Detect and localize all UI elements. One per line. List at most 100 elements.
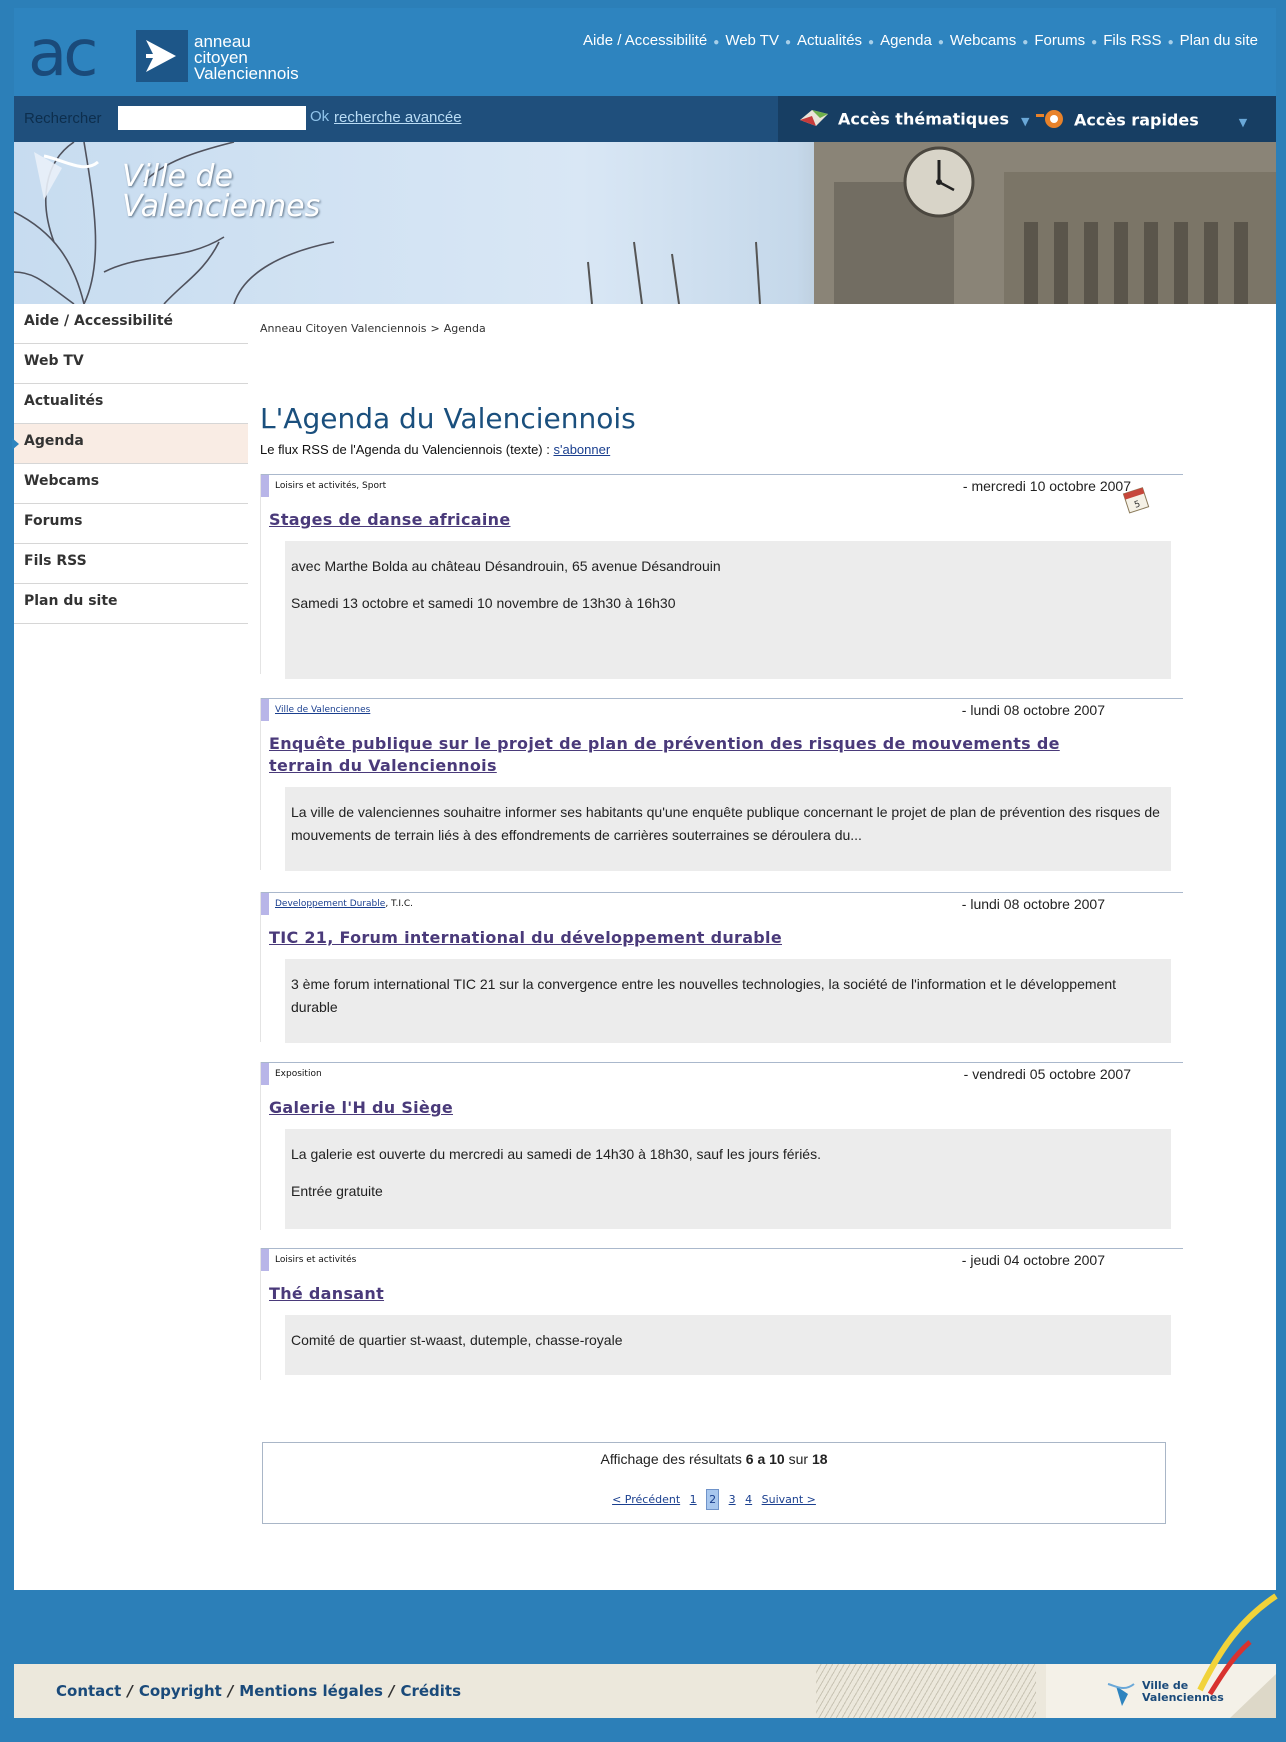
search-input[interactable] — [118, 106, 306, 130]
event-description-line: Entrée gratuite — [291, 1183, 383, 1199]
event-description-line: avec Marthe Bolda au château Désandrouin… — [291, 558, 721, 574]
sidebar-item-label: Plan du site — [24, 593, 118, 609]
header-banner: Ville de Valenciennes — [14, 142, 1276, 304]
toplink-agenda[interactable]: Agenda — [880, 32, 932, 49]
page-frame: ac anneau citoyen Valenciennois Aide / A… — [12, 8, 1276, 1590]
toplink-rss[interactable]: Fils RSS — [1103, 32, 1161, 49]
event-description-line: Comité de quartier st-waast, dutemple, c… — [291, 1332, 623, 1348]
event-category-link[interactable]: Ville de Valenciennes — [275, 705, 370, 715]
event-title-link[interactable]: Stages de danse africaine — [269, 509, 1183, 531]
sidebar-item-label: Actualités — [24, 393, 104, 409]
event-category-link[interactable]: Developpement Durable — [275, 899, 385, 909]
sidebar-item-actualites[interactable]: Actualités — [14, 384, 248, 424]
themes-menu-label: Accès thématiques — [838, 109, 1010, 129]
results-total: 18 — [811, 1451, 828, 1467]
rss-subscribe-line: Le flux RSS de l'Agenda du Valenciennois… — [260, 442, 610, 457]
rss-subscribe-link[interactable]: s'abonner — [553, 442, 610, 457]
footer-separator: / — [127, 1682, 133, 1700]
previous-page-link[interactable]: < Précédent — [612, 1493, 680, 1506]
next-page-link[interactable]: Suivant > — [762, 1493, 816, 1506]
toplink-webcams[interactable]: Webcams — [950, 32, 1016, 49]
sidebar-item-label: Web TV — [24, 353, 84, 369]
event-description-line: La galerie est ouverte du mercredi au sa… — [291, 1146, 821, 1162]
footer-link-mentions[interactable]: Mentions légales — [239, 1682, 383, 1700]
page-link-1[interactable]: 1 — [690, 1493, 697, 1506]
banner-city-line-2: Valenciennes — [122, 189, 321, 224]
active-marker-icon — [12, 438, 19, 450]
event-category-text: Loisirs et activités, Sport — [275, 481, 387, 491]
event-header: Ville de Valenciennes - lundi 08 octobre… — [261, 698, 1183, 721]
sidebar-item-label: Webcams — [24, 473, 100, 489]
event-description: Comité de quartier st-waast, dutemple, c… — [285, 1315, 1171, 1375]
advanced-search-link[interactable]: recherche avancée — [334, 109, 462, 126]
breadcrumb-current: Agenda — [443, 322, 486, 335]
event-title-link[interactable]: Galerie l'H du Siège — [269, 1097, 1183, 1119]
top-header: ac anneau citoyen Valenciennois Aide / A… — [14, 8, 1276, 96]
footer-link-contact[interactable]: Contact — [56, 1682, 121, 1700]
event-title-link[interactable]: TIC 21, Forum international du développe… — [269, 927, 1183, 949]
page-link-current[interactable]: 2 — [706, 1489, 720, 1510]
toplink-sep: ● — [868, 37, 875, 48]
footer-link-credits[interactable]: Crédits — [400, 1682, 461, 1700]
page-link-4[interactable]: 4 — [745, 1493, 752, 1506]
pagination-box: Affichage des résultats 6 a 10 sur 18 < … — [262, 1442, 1166, 1524]
themes-menu-button[interactable]: Accès thématiques ▼ — [798, 108, 1029, 132]
event-item: Developpement Durable, T.I.C. - lundi 08… — [260, 892, 1183, 1043]
event-header: Loisirs et activités - jeudi 04 octobre … — [261, 1248, 1183, 1271]
logo-letters: ac — [28, 17, 98, 91]
event-categories: Loisirs et activités — [275, 1255, 356, 1265]
event-item: Exposition - vendredi 05 octobre 2007 Ga… — [260, 1062, 1183, 1230]
left-navigation: Aide / Accessibilité Web TV Actualités A… — [12, 304, 248, 624]
site-logo[interactable]: ac anneau citoyen Valenciennois — [28, 17, 328, 91]
toplink-forums[interactable]: Forums — [1034, 32, 1085, 49]
breadcrumb-home[interactable]: Anneau Citoyen Valenciennois — [260, 322, 427, 335]
category-bar — [261, 475, 269, 497]
chevron-down-icon: ▼ — [1238, 115, 1248, 129]
sidebar-item-forums[interactable]: Forums — [14, 504, 248, 544]
sidebar-item-label: Aide / Accessibilité — [24, 313, 174, 329]
sidebar-item-rss[interactable]: Fils RSS — [14, 544, 248, 584]
event-date: - vendredi 05 octobre 2007 — [963, 1066, 1131, 1082]
event-categories: Developpement Durable, T.I.C. — [275, 899, 413, 909]
sidebar-item-aide[interactable]: Aide / Accessibilité — [14, 304, 248, 344]
sidebar-item-agenda[interactable]: Agenda — [12, 424, 248, 464]
event-description: La galerie est ouverte du mercredi au sa… — [285, 1129, 1171, 1229]
banner-city-name: Ville de Valenciennes — [122, 162, 320, 222]
event-title-link[interactable]: Thé dansant — [269, 1283, 1183, 1305]
category-bar — [261, 1063, 269, 1085]
event-item: Loisirs et activités - jeudi 04 octobre … — [260, 1248, 1183, 1380]
breadcrumb-separator: > — [430, 322, 440, 335]
toplink-plan[interactable]: Plan du site — [1180, 32, 1258, 49]
sidebar-item-plan[interactable]: Plan du site — [14, 584, 248, 624]
event-title-link[interactable]: Enquête publique sur le projet de plan d… — [261, 733, 1129, 777]
toplink-aide[interactable]: Aide / Accessibilité — [583, 32, 707, 49]
toplink-sep: ● — [713, 37, 720, 48]
event-header: Developpement Durable, T.I.C. - lundi 08… — [261, 892, 1183, 915]
logo-arrow-icon — [136, 30, 188, 82]
sidebar-item-webtv[interactable]: Web TV — [14, 344, 248, 384]
footer-link-copyright[interactable]: Copyright — [139, 1682, 222, 1700]
site-footer: Contact / Copyright / Mentions légales / Crédi… — [14, 1664, 1276, 1718]
results-summary: Affichage des résultats 6 a 10 sur 18 — [263, 1451, 1165, 1467]
breadcrumb: Anneau Citoyen Valenciennois > Agenda — [260, 322, 486, 335]
event-description: La ville de valenciennes souhaitre infor… — [285, 787, 1171, 871]
event-category-text: , T.I.C. — [385, 899, 413, 909]
sidebar-item-webcams[interactable]: Webcams — [14, 464, 248, 504]
pagination-links: < Précédent 1 2 3 4 Suivant > — [263, 1489, 1165, 1510]
toplink-webtv[interactable]: Web TV — [725, 32, 779, 49]
event-description: 3 ème forum international TIC 21 sur la … — [285, 959, 1171, 1043]
results-mid: sur — [784, 1451, 812, 1467]
access-menus: Accès thématiques ▼ Accès rapides ▼ — [778, 96, 1276, 142]
sidebar-item-label: Agenda — [24, 433, 84, 449]
quick-access-button[interactable]: Accès rapides ▼ — [1036, 108, 1247, 134]
top-links: Aide / Accessibilité ● Web TV ● Actualités ● A… — [583, 32, 1258, 49]
search-ok-button[interactable]: Ok — [310, 108, 329, 125]
toplink-actualites[interactable]: Actualités — [797, 32, 862, 49]
footer-separator: / — [227, 1682, 234, 1700]
banner-city-line-1: Ville de — [122, 159, 234, 194]
event-date: - mercredi 10 octobre 2007 — [962, 478, 1131, 494]
category-bar — [261, 893, 269, 915]
page-link-3[interactable]: 3 — [729, 1493, 736, 1506]
footer-links: Contact / Copyright / Mentions légales / Crédi… — [56, 1682, 461, 1700]
event-description-line: 3 ème forum international TIC 21 sur la … — [291, 976, 1117, 1015]
